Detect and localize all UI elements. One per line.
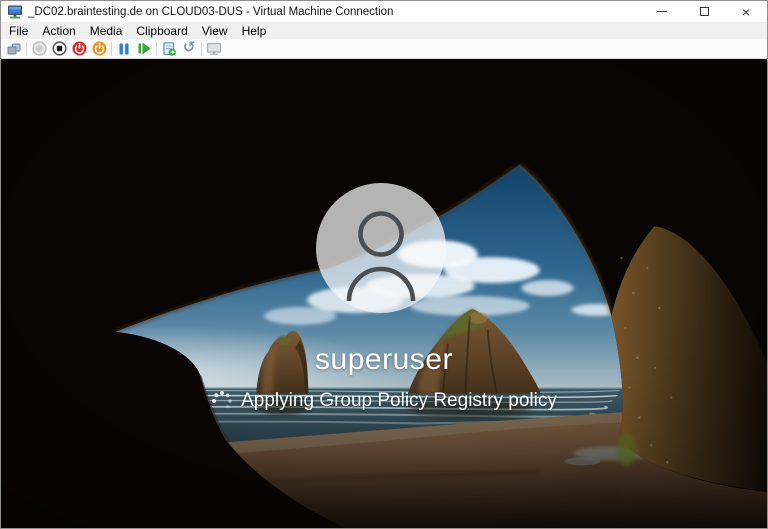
shut-down-button[interactable]: [69, 40, 89, 58]
maximize-icon: [699, 7, 709, 16]
minimize-icon: [657, 11, 667, 12]
pause-button[interactable]: [114, 40, 134, 58]
vmconnect-window: _DC02.braintesting.de on CLOUD03-DUS - V…: [0, 0, 768, 529]
start-button[interactable]: [29, 40, 49, 58]
revert-button[interactable]: ↺: [179, 40, 199, 58]
menu-media[interactable]: Media: [83, 23, 130, 39]
checkpoint-icon: [163, 41, 176, 56]
save-icon: [92, 41, 106, 56]
ctrl-alt-del-button[interactable]: [4, 40, 24, 58]
maximize-button[interactable]: [683, 1, 725, 22]
progress-spinner-icon: [212, 391, 232, 409]
user-silhouette-icon: [346, 211, 416, 302]
pause-icon: [119, 43, 129, 54]
enhanced-session-button[interactable]: [204, 40, 224, 58]
resume-icon: [138, 42, 150, 55]
save-button[interactable]: [89, 40, 109, 58]
resume-button[interactable]: [134, 40, 154, 58]
menu-clipboard[interactable]: Clipboard: [129, 23, 194, 39]
menu-help[interactable]: Help: [235, 23, 274, 39]
revert-icon: ↺: [182, 39, 196, 56]
toolbar: ↺: [1, 39, 767, 59]
window-title: _DC02.braintesting.de on CLOUD03-DUS - V…: [28, 5, 394, 18]
toolbar-separator: [111, 41, 112, 56]
virtual-machine-connection-icon: [8, 5, 22, 18]
shut-down-icon: [72, 41, 86, 56]
start-icon: [31, 41, 47, 56]
menu-file[interactable]: File: [2, 23, 35, 39]
minimize-button[interactable]: [641, 1, 683, 22]
signed-in-username: superuser: [315, 343, 453, 376]
turn-off-icon: [51, 41, 67, 56]
ctrl-alt-del-icon: [7, 43, 21, 54]
menu-view[interactable]: View: [195, 23, 235, 39]
avatar: [316, 183, 446, 313]
toolbar-separator: [156, 41, 157, 56]
close-icon: ×: [741, 3, 751, 20]
enhanced-session-icon: [206, 42, 222, 55]
toolbar-separator: [26, 41, 27, 56]
title-bar[interactable]: _DC02.braintesting.de on CLOUD03-DUS - V…: [1, 1, 767, 22]
status-row: Applying Group Policy Registry policy: [1, 390, 767, 412]
menu-action[interactable]: Action: [35, 23, 82, 39]
close-button[interactable]: ×: [725, 1, 767, 22]
turn-off-button[interactable]: [49, 40, 69, 58]
toolbar-separator: [201, 41, 202, 56]
status-message: Applying Group Policy Registry policy: [241, 390, 557, 411]
menu-bar: File Action Media Clipboard View Help: [1, 22, 767, 39]
vm-display[interactable]: superuser Applying Group Policy Registry…: [1, 59, 767, 528]
checkpoint-button[interactable]: [159, 40, 179, 58]
